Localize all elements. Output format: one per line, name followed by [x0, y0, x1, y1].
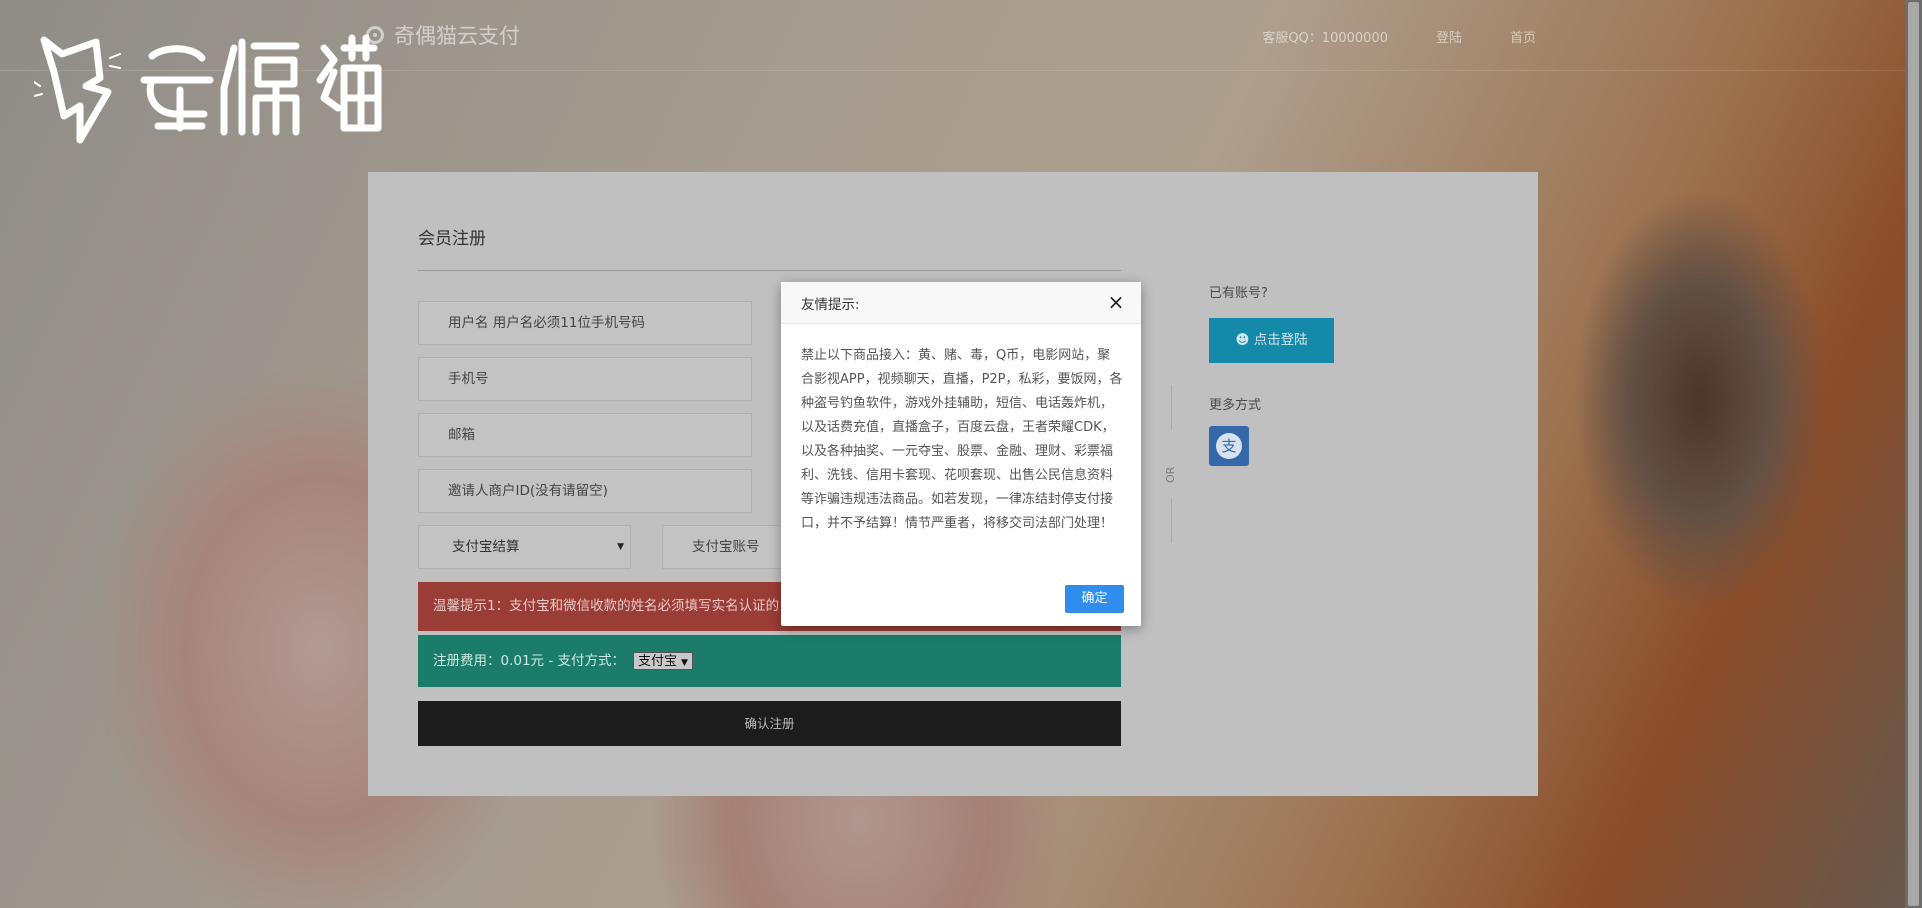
- page-title: 会员注册: [418, 229, 486, 249]
- or-divider: OR: [1164, 385, 1180, 543]
- settlement-select[interactable]: 支付宝结算 ▼: [418, 525, 631, 569]
- alipay-login-icon[interactable]: 支: [1209, 426, 1249, 466]
- caret-down-icon: ▼: [617, 542, 624, 552]
- username-input[interactable]: 用户名 用户名必须11位手机号码: [418, 301, 752, 345]
- login-button[interactable]: ☻ 点击登陆: [1209, 318, 1334, 363]
- site-logo: [34, 34, 382, 144]
- alipay-glyph: 支: [1216, 433, 1242, 459]
- nav-link-home[interactable]: 首页: [1510, 27, 1536, 46]
- notice-modal: 友情提示: × 禁止以下商品接入：黄、赌、毒，Q币，电影网站，聚合影视APP，视…: [781, 282, 1141, 626]
- nav-links: 客服QQ：10000000 登陆 首页: [1262, 27, 1536, 46]
- nav-link-qq[interactable]: 客服QQ：10000000: [1262, 27, 1388, 46]
- or-text: OR: [1164, 466, 1177, 483]
- settlement-select-value: 支付宝结算: [452, 539, 520, 555]
- or-line-bottom: [1171, 499, 1172, 543]
- inviter-id-input[interactable]: 邀请人商户ID(没有请留空): [418, 469, 752, 513]
- fee-label: 注册费用：0.01元 - 支付方式：: [433, 653, 626, 669]
- vertical-scrollbar[interactable]: [1905, 0, 1922, 908]
- modal-body-text: 禁止以下商品接入：黄、赌、毒，Q币，电影网站，聚合影视APP，视频聊天，直播，P…: [801, 348, 1123, 531]
- scrollbar-thumb[interactable]: [1908, 2, 1919, 906]
- modal-header: 友情提示: ×: [781, 282, 1141, 324]
- close-icon[interactable]: ×: [1107, 292, 1125, 312]
- submit-register-button[interactable]: 确认注册: [418, 701, 1121, 746]
- login-button-label: 点击登陆: [1253, 332, 1308, 348]
- payment-method-value: 支付宝: [638, 654, 678, 669]
- email-input[interactable]: 邮箱: [418, 413, 752, 457]
- confirm-button[interactable]: 确定: [1065, 585, 1124, 613]
- title-divider: [418, 270, 1121, 271]
- have-account-label: 已有账号?: [1209, 286, 1268, 301]
- brand-name: 奇偶猫云支付: [394, 24, 520, 48]
- fee-alert: 注册费用：0.01元 - 支付方式： 支付宝 ▼: [418, 635, 1121, 687]
- more-methods-label: 更多方式: [1209, 398, 1262, 413]
- user-icon: ☻: [1235, 332, 1250, 348]
- caret-down-icon: ▼: [681, 658, 688, 668]
- or-line-top: [1171, 385, 1172, 429]
- modal-title: 友情提示:: [801, 297, 860, 313]
- phone-input[interactable]: 手机号: [418, 357, 752, 401]
- nav-link-login[interactable]: 登陆: [1436, 27, 1462, 46]
- payment-method-select[interactable]: 支付宝 ▼: [633, 652, 693, 670]
